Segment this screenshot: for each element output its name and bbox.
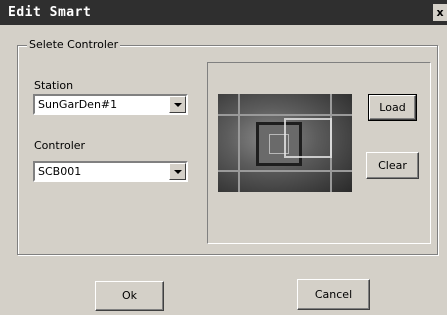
- trace-line: [238, 94, 240, 192]
- load-button[interactable]: Load: [368, 94, 417, 121]
- controller-select[interactable]: SCB001: [33, 161, 188, 182]
- chevron-down-icon[interactable]: [169, 96, 186, 113]
- cancel-button[interactable]: Cancel: [297, 279, 370, 310]
- station-label: Station: [34, 79, 74, 92]
- circuit-board-image: [218, 94, 352, 192]
- controller-label: Controler: [34, 139, 86, 152]
- title-bar[interactable]: Edit Smart x: [0, 0, 447, 25]
- groupbox-legend: Selete Controler: [27, 38, 121, 51]
- clear-button[interactable]: Clear: [366, 152, 419, 179]
- window-title: Edit Smart: [8, 5, 92, 20]
- controller-value: SCB001: [38, 165, 82, 178]
- ok-button[interactable]: Ok: [95, 281, 164, 311]
- highlight-box: [284, 118, 332, 158]
- station-select[interactable]: SunGarDen#1: [33, 94, 188, 115]
- chevron-down-icon[interactable]: [169, 163, 186, 180]
- station-value: SunGarDen#1: [38, 98, 118, 111]
- close-icon[interactable]: x: [433, 4, 447, 21]
